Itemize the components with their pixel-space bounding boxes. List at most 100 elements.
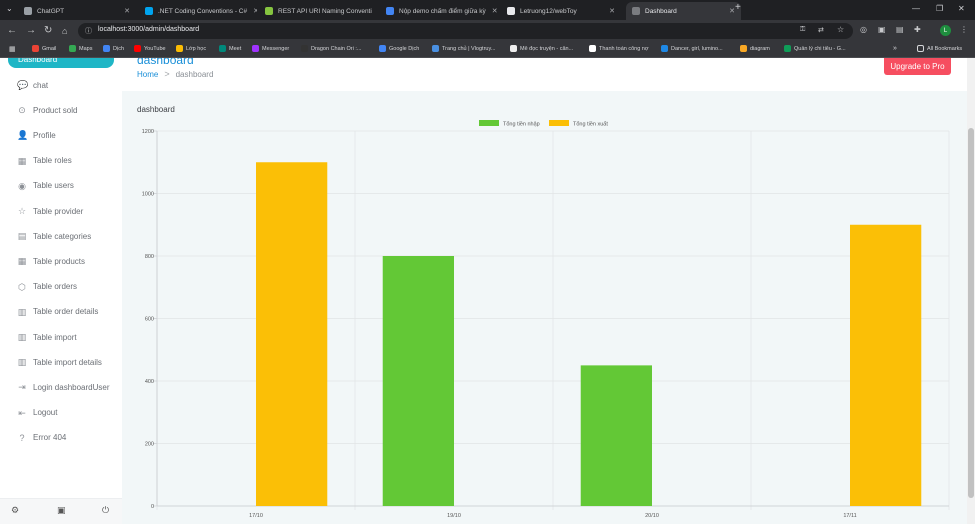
bookmark-item[interactable]: Dịch [103, 45, 124, 52]
upgrade-button[interactable]: Upgrade to Pro [884, 58, 951, 75]
site-info-icon[interactable]: ⓘ [85, 26, 92, 36]
sidebar: Dashboard 💬 chat ⊙ Product sold 👤 Profile ▦ Tab… [0, 58, 122, 524]
sidebar-item[interactable]: ⇥ Login dashboardUser [17, 382, 109, 392]
tab-close-icon[interactable]: ✕ [118, 7, 130, 15]
sidebar-item-label: Table import details [33, 357, 102, 367]
power-icon[interactable]: ⏻ [102, 505, 109, 516]
minimize-icon[interactable]: — [912, 4, 920, 13]
bookmark-item[interactable]: Maps [69, 45, 92, 52]
book-icon: ▤ [17, 231, 27, 242]
browser-tab[interactable]: REST API URI Naming Conventi✕ [259, 2, 377, 20]
tab-search-icon[interactable]: ⌄ [6, 4, 13, 13]
y-tick-label: 400 [145, 379, 154, 385]
bookmark-item[interactable]: Google Dịch [379, 45, 419, 52]
bookmark-item[interactable]: Meet [219, 45, 241, 52]
browser-tab[interactable]: .NET Coding Conventions - C# ✕ [139, 2, 257, 20]
sidebar-item[interactable]: ☆ Table provider [17, 206, 83, 216]
tab-close-icon[interactable]: ✕ [247, 7, 257, 15]
bookmark-item[interactable]: Lớp học [176, 45, 206, 52]
extension-link-icon[interactable]: ▤ [896, 25, 904, 34]
all-bookmarks-button[interactable]: All Bookmarks [917, 45, 962, 52]
url-field[interactable]: ⓘ localhost:3000/admin/dashboard ⚿ ⇄ ☆ [78, 23, 853, 39]
x-tick-label: 17/11 [843, 513, 856, 519]
reload-icon[interactable]: ↻ [44, 25, 52, 37]
sidebar-item-label: Table products [33, 256, 86, 266]
sidebar-item[interactable]: ⇤ Logout [17, 408, 57, 418]
bookmark-star-icon[interactable]: ☆ [837, 25, 844, 34]
browser-tab[interactable]: Nộp demo chấm điểm giữa kỳ ✕ [380, 2, 498, 20]
tab-close-icon[interactable]: ✕ [372, 7, 377, 15]
extension-screen-icon[interactable]: ▣ [878, 25, 886, 34]
sidebar-item-dashboard[interactable]: Dashboard [8, 58, 114, 68]
password-key-icon[interactable]: ⚿ [800, 26, 805, 34]
bookmark-label: Google Dịch [389, 45, 420, 52]
browser-tab[interactable]: Dashboard ✕ [626, 2, 741, 20]
bookmark-label: Maps [79, 45, 93, 52]
table-icon: ▦ [17, 155, 27, 166]
bookmark-favicon-icon [301, 45, 308, 52]
bookmark-item[interactable]: Thanh toán công nợ [589, 45, 648, 52]
bookmark-item[interactable]: Messenger [252, 45, 289, 52]
sidebar-item[interactable]: ? Error 404 [17, 433, 66, 443]
scrollbar-thumb[interactable] [968, 128, 974, 498]
close-window-icon[interactable]: ✕ [958, 4, 965, 13]
extension-compass-icon[interactable]: ◎ [860, 25, 867, 34]
book-open-icon: ▥ [17, 357, 27, 368]
sidebar-item[interactable]: ▥ Table order details [17, 307, 99, 317]
tab-close-icon[interactable]: ✕ [603, 7, 615, 15]
sidebar-item[interactable]: ▦ Table roles [17, 156, 72, 166]
bookmarks-bar: ▦ Gmail Maps Dịch YouTube Lớp học Meet Messeng… [0, 42, 975, 58]
sidebar-item-label: Table categories [33, 231, 92, 241]
sidebar-item[interactable]: 👤 Profile [17, 130, 56, 140]
translate-icon[interactable]: ⇄ [818, 26, 824, 34]
browser-tab[interactable]: ChatGPT ✕ [18, 2, 136, 20]
sidebar-item[interactable]: ▥ Table import details [17, 357, 102, 367]
tab-title: Dashboard [645, 7, 677, 15]
tab-close-icon[interactable]: ✕ [486, 7, 498, 15]
restore-icon[interactable]: ❐ [936, 4, 943, 13]
sidebar-item[interactable]: ◉ Table users [17, 181, 74, 191]
breadcrumb-home-link[interactable]: Home [137, 70, 158, 79]
bookmark-item[interactable]: Quản lý chi tiêu - G... [784, 45, 846, 52]
apps-grid-icon[interactable]: ▦ [9, 45, 16, 53]
more-bookmarks-button[interactable]: » [893, 45, 897, 52]
sidebar-item-label: Logout [33, 408, 58, 418]
bookmark-item[interactable]: Dragon Chain Ori :... [301, 45, 361, 52]
tab-close-icon[interactable]: ✕ [723, 7, 735, 15]
browser-tab[interactable]: Letruong12/webToy ✕ [501, 2, 621, 20]
page-scrollbar[interactable] [967, 58, 975, 524]
bookmark-item[interactable]: Mê đọc truyện - căn... [510, 45, 573, 52]
sidebar-item[interactable]: 💬 chat [17, 80, 48, 90]
bookmark-item[interactable]: Dancer, girl, lumino... [661, 45, 723, 52]
bookmark-item[interactable]: YouTube [134, 45, 166, 52]
bookmark-favicon-icon [103, 45, 110, 52]
sidebar-item[interactable]: ⬡ Table orders [17, 282, 77, 292]
sidebar-item[interactable]: ⊙ Product sold [17, 105, 77, 115]
sidebar-item[interactable]: ▦ Table products [17, 256, 85, 266]
bookmark-favicon-icon [661, 45, 668, 52]
y-tick-label: 1000 [142, 192, 154, 198]
bookmark-item[interactable]: diagram [740, 45, 770, 52]
address-bar: ← → ↻ ⌂ ⓘ localhost:3000/admin/dashboard… [0, 20, 975, 42]
bookmark-item[interactable]: Trang chủ | Vlogtruy... [432, 45, 495, 52]
sidebar-item-label: Table order details [33, 307, 99, 317]
bookmark-favicon-icon [69, 45, 76, 52]
new-tab-button[interactable]: + [735, 2, 741, 13]
tab-favicon-icon [386, 7, 394, 15]
settings-gear-icon[interactable]: ⚙ [11, 505, 19, 516]
sidebar-item[interactable]: ▤ Table categories [17, 231, 92, 242]
bookmark-favicon-icon [134, 45, 141, 52]
y-tick-label: 600 [145, 317, 154, 323]
extensions-puzzle-icon[interactable]: ✚ [914, 25, 921, 34]
back-icon[interactable]: ← [7, 25, 17, 37]
bookmark-label: Dragon Chain Ori :... [311, 45, 362, 52]
forward-icon[interactable]: → [26, 25, 36, 37]
sidebar-item[interactable]: ▥ Table import [17, 332, 77, 342]
star-icon: ☆ [17, 206, 27, 216]
inbox-icon[interactable]: ▣ [57, 505, 66, 516]
bookmark-item[interactable]: Gmail [32, 45, 56, 52]
bookmark-label: Lớp học [186, 45, 207, 52]
home-icon[interactable]: ⌂ [62, 25, 67, 37]
menu-kebab-icon[interactable]: ⋮ [960, 25, 968, 34]
profile-avatar[interactable]: L [940, 25, 951, 36]
